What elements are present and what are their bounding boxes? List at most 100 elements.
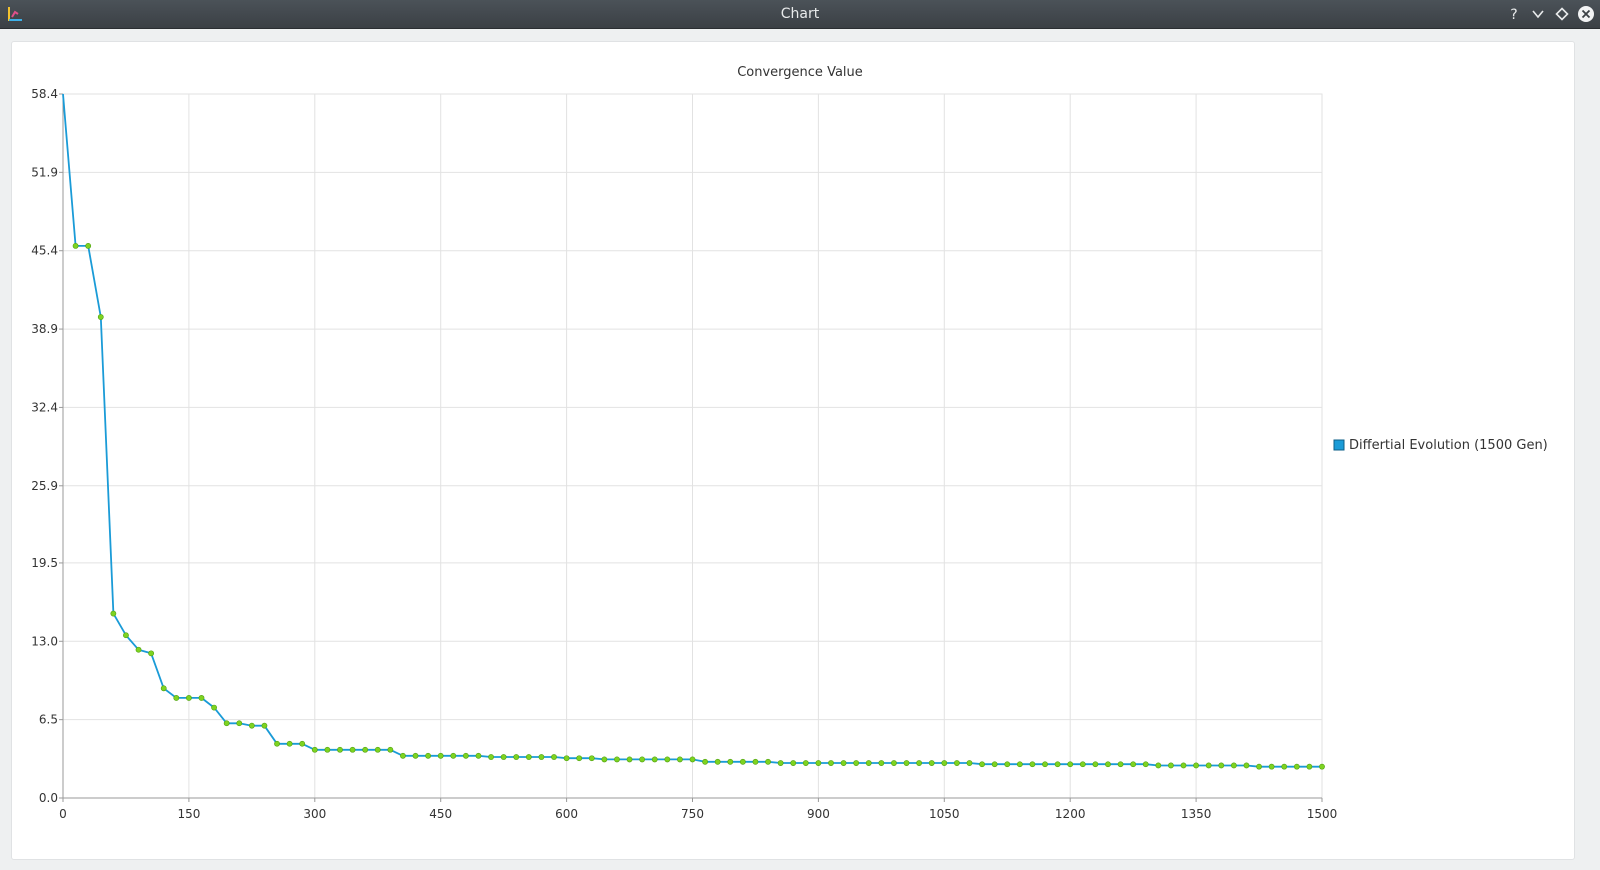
data-point (903, 760, 910, 766)
data-point (739, 758, 746, 765)
data-point (160, 685, 167, 692)
data-point (538, 754, 545, 760)
data-point (185, 695, 192, 701)
data-point (462, 752, 469, 759)
data-point (513, 754, 520, 760)
data-point (286, 740, 293, 747)
title-bar: Chart ? (0, 0, 1600, 29)
data-point (374, 746, 381, 753)
chart-title: Convergence Value (737, 65, 863, 80)
data-point (639, 756, 646, 763)
data-point (979, 761, 985, 768)
data-point (777, 760, 784, 766)
data-point (601, 756, 608, 763)
data-point (563, 755, 570, 762)
legend-label: Differtial Evolution (1500 Gen) (1349, 438, 1548, 453)
data-point (72, 242, 79, 249)
data-point (437, 752, 444, 759)
data-point (1004, 761, 1011, 768)
x-tick-label: 900 (807, 807, 830, 821)
data-point (966, 760, 973, 766)
data-point (1092, 761, 1099, 768)
data-point (1067, 761, 1074, 768)
data-point (802, 760, 809, 766)
data-point (450, 752, 457, 759)
data-point (991, 761, 998, 768)
data-point (1079, 761, 1086, 768)
data-point (878, 760, 885, 766)
data-point (198, 695, 205, 701)
data-point (223, 720, 230, 727)
data-point (588, 755, 595, 762)
data-point (614, 756, 620, 763)
x-tick-label: 600 (555, 807, 578, 821)
y-tick-label: 13.0 (31, 634, 58, 648)
data-point (173, 695, 180, 701)
x-tick-label: 1350 (1181, 807, 1212, 821)
data-point (1218, 762, 1225, 769)
data-point (916, 760, 923, 766)
data-point (1293, 763, 1300, 770)
data-point (324, 746, 331, 753)
y-tick-label: 25.9 (31, 479, 58, 493)
y-tick-label: 19.5 (31, 556, 58, 570)
maximize-icon[interactable] (1552, 4, 1572, 24)
data-point (1205, 762, 1212, 769)
data-point (425, 752, 432, 759)
data-point (97, 314, 104, 320)
data-point (727, 758, 734, 765)
data-point (752, 758, 759, 765)
data-point (148, 650, 155, 657)
chart-canvas: 0 150 300 450 600 750 900 1050 1200 1350 1500 0.0 6.… (31, 65, 1548, 821)
x-tick-label: 0 (59, 807, 67, 821)
minimize-icon[interactable] (1528, 4, 1548, 24)
data-point (941, 760, 948, 766)
data-point (525, 754, 532, 760)
data-point (110, 610, 117, 617)
data-point (261, 722, 268, 729)
x-tick-label: 1200 (1055, 807, 1086, 821)
help-icon[interactable]: ? (1504, 4, 1524, 24)
data-point (1168, 762, 1174, 769)
data-point (135, 646, 142, 653)
data-point (362, 746, 369, 753)
data-point (765, 758, 771, 765)
data-point (1243, 762, 1250, 769)
y-tick-label: 38.9 (31, 322, 58, 336)
grid (62, 93, 1323, 799)
series (62, 93, 1325, 770)
data-point (1281, 763, 1288, 770)
data-point (626, 756, 633, 763)
data-point (311, 746, 318, 753)
data-point (488, 754, 494, 760)
data-point (1054, 761, 1061, 768)
data-point (1155, 762, 1162, 769)
data-point (576, 755, 583, 762)
data-point (248, 722, 255, 729)
data-point (1142, 761, 1149, 768)
x-tick-label: 450 (429, 807, 452, 821)
y-tick-label: 32.4 (31, 400, 58, 414)
data-point (853, 760, 860, 766)
x-tick-label: 1500 (1307, 807, 1338, 821)
data-point (1130, 761, 1137, 768)
x-tick-label: 150 (177, 807, 200, 821)
data-point (1306, 763, 1313, 770)
data-point (236, 720, 243, 727)
x-tick-label: 750 (681, 807, 704, 821)
data-point (1029, 761, 1036, 768)
close-icon[interactable] (1576, 4, 1596, 24)
data-point (1319, 763, 1325, 770)
data-point (1180, 762, 1187, 769)
data-point (274, 740, 280, 747)
x-tick-label: 300 (303, 807, 326, 821)
data-point (123, 632, 129, 639)
x-tick-label: 1050 (929, 807, 960, 821)
data-point (928, 760, 935, 766)
data-point (815, 760, 822, 766)
data-point (387, 746, 394, 753)
data-point (475, 752, 482, 759)
data-point (1256, 763, 1262, 770)
data-point (840, 760, 847, 766)
data-point (651, 756, 658, 763)
